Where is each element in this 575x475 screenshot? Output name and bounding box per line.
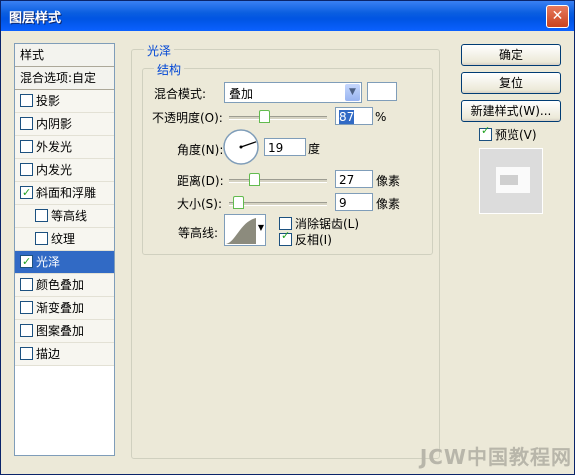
opacity-slider-track[interactable] (229, 116, 327, 120)
new-style-button[interactable]: 新建样式(W)... (461, 100, 561, 122)
list-item-1[interactable]: 内阴影 (15, 113, 114, 136)
contour-label: 等高线: (178, 226, 219, 240)
style-preview-thumbnail (479, 148, 543, 214)
list-item-10[interactable]: 图案叠加 (15, 320, 114, 343)
angle-input[interactable]: 19 (264, 138, 306, 156)
distance-slider-track[interactable] (229, 179, 327, 183)
chevron-down-icon: ▼ (345, 84, 360, 101)
list-item-label: 光泽 (36, 255, 61, 269)
size-unit: 像素 (376, 197, 401, 211)
antialias-checkbox[interactable]: 消除锯齿(L) (279, 215, 359, 232)
size-label: 大小(S): (177, 197, 223, 211)
list-item-label: 纹理 (51, 232, 76, 246)
list-item-blend-options[interactable]: 混合选项:自定 (15, 67, 114, 90)
opacity-input[interactable]: 87 (335, 107, 373, 125)
list-item-2[interactable]: 外发光 (15, 136, 114, 159)
invert-checkbox[interactable]: ✓ 反相(I) (279, 229, 332, 248)
list-item-7[interactable]: ✓ 光泽 (15, 251, 114, 274)
blend-color-swatch[interactable] (367, 82, 397, 101)
checkbox-icon[interactable] (20, 163, 33, 176)
preview-swatch-icon (496, 167, 530, 193)
distance-slider-thumb[interactable] (249, 173, 260, 186)
list-item-label: 渐变叠加 (36, 301, 85, 315)
list-item-9[interactable]: 渐变叠加 (15, 297, 114, 320)
list-item-0[interactable]: 投影 (15, 90, 114, 113)
list-item-label: 内发光 (36, 163, 73, 177)
list-item-label: 投影 (36, 94, 61, 108)
distance-unit: 像素 (376, 174, 401, 188)
list-item-label: 图案叠加 (36, 324, 85, 338)
checkbox-icon[interactable] (20, 140, 33, 153)
blend-mode-label: 混合模式: (154, 87, 207, 101)
layer-style-dialog: 图层样式 ✕ 样式 混合选项:自定 投影 内阴影 外发光 内发光 ✓ 斜面和浮雕 等高线 纹理… (0, 0, 575, 475)
checkbox-icon[interactable] (35, 232, 48, 245)
antialias-label: 消除锯齿(L) (295, 217, 360, 231)
invert-check-icon[interactable]: ✓ (279, 229, 292, 246)
checkbox-icon[interactable] (20, 301, 33, 314)
list-item-label: 描边 (36, 347, 61, 361)
title-bar[interactable]: 图层样式 ✕ (1, 1, 574, 31)
list-item-label: 斜面和浮雕 (36, 186, 97, 200)
blend-mode-value: 叠加 (229, 87, 254, 101)
contour-dropdown-icon[interactable]: ▼ (258, 223, 264, 232)
angle-dial[interactable] (222, 128, 260, 166)
watermark-logo: JCW中国教程网 (419, 445, 572, 469)
preview-check-icon[interactable]: ✓ (479, 124, 492, 141)
preview-checkbox[interactable]: ✓ 预览(V) (479, 124, 537, 143)
list-item-6[interactable]: 纹理 (15, 228, 114, 251)
satin-group-title: 光泽 (144, 42, 175, 59)
opacity-slider-thumb[interactable] (259, 110, 270, 123)
reset-button[interactable]: 复位 (461, 72, 561, 94)
checkbox-icon[interactable] (20, 278, 33, 291)
opacity-label: 不透明度(O): (152, 111, 223, 125)
angle-label: 角度(N): (177, 143, 224, 157)
list-item-label: 等高线 (51, 209, 88, 223)
list-item-11[interactable]: 描边 (15, 343, 114, 366)
checkbox-icon[interactable] (20, 324, 33, 337)
angle-unit: 度 (308, 142, 321, 156)
distance-input[interactable]: 27 (335, 170, 373, 188)
list-item-label: 颜色叠加 (36, 278, 85, 292)
style-list: 样式 混合选项:自定 投影 内阴影 外发光 内发光 ✓ 斜面和浮雕 等高线 纹理 ✓ 光泽 颜色叠加… (14, 43, 115, 456)
preview-label: 预览(V) (495, 128, 537, 142)
blend-mode-select[interactable]: 叠加 ▼ (224, 82, 362, 103)
opacity-unit: % (375, 110, 387, 124)
close-button[interactable]: ✕ (546, 5, 569, 28)
list-item-label: 内阴影 (36, 117, 73, 131)
contour-picker[interactable]: ▼ (224, 214, 266, 246)
ok-button[interactable]: 确定 (461, 44, 561, 66)
window-title: 图层样式 (9, 11, 62, 26)
checkbox-icon[interactable] (35, 209, 48, 222)
contour-curve-icon (226, 218, 256, 244)
list-header-styles[interactable]: 样式 (15, 44, 114, 67)
opacity-value: 87 (339, 110, 355, 124)
list-item-4[interactable]: ✓ 斜面和浮雕 (15, 182, 114, 205)
invert-label: 反相(I) (295, 233, 332, 247)
distance-label: 距离(D): (177, 174, 224, 188)
checkbox-icon[interactable] (20, 347, 33, 360)
size-slider-thumb[interactable] (233, 196, 244, 209)
checkbox-icon[interactable]: ✓ (20, 186, 33, 199)
structure-group-title: 结构 (154, 61, 185, 78)
list-item-5[interactable]: 等高线 (15, 205, 114, 228)
checkbox-icon[interactable]: ✓ (20, 255, 33, 268)
list-item-label: 外发光 (36, 140, 73, 154)
size-input[interactable]: 9 (335, 193, 373, 211)
list-item-3[interactable]: 内发光 (15, 159, 114, 182)
checkbox-icon[interactable] (20, 117, 33, 130)
checkbox-icon[interactable] (20, 94, 33, 107)
list-item-8[interactable]: 颜色叠加 (15, 274, 114, 297)
